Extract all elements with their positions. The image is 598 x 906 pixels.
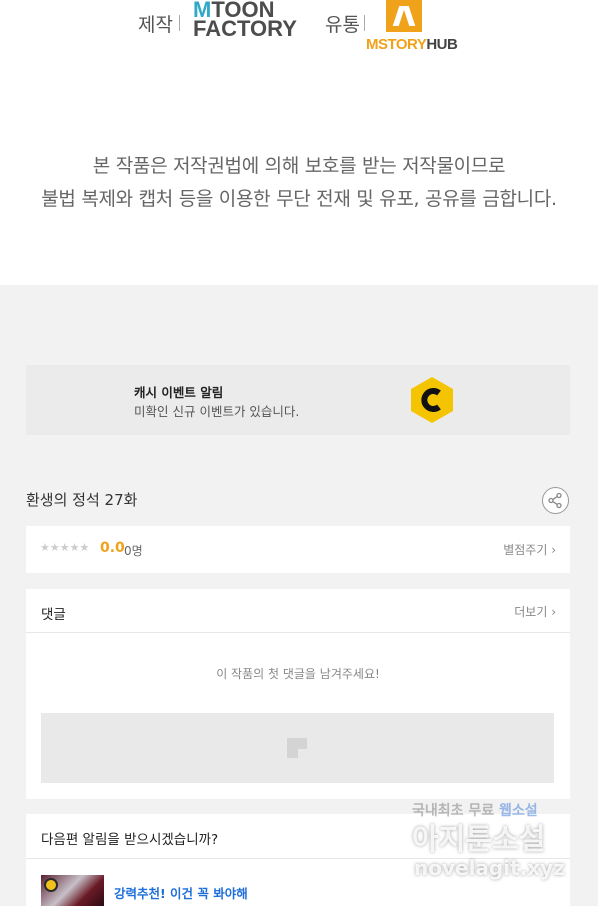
empty-comment-message: 이 작품의 첫 댓글을 남겨주세요! <box>216 667 380 681</box>
mstoryhub-emblem-icon <box>386 0 422 32</box>
ad-placeholder[interactable] <box>41 713 554 783</box>
divider <box>179 15 180 31</box>
promo-thumbnail[interactable] <box>41 875 104 906</box>
episode-title: 환생의 정석 27화 <box>26 491 138 509</box>
cash-event-banner[interactable] <box>26 365 570 435</box>
rating-stars-icon: ★★★★★ <box>40 541 90 554</box>
logo-factory: FACTORY <box>193 16 297 41</box>
distribution-label: 유통 <box>325 14 360 36</box>
rate-button[interactable]: 별점주기 › <box>503 541 556 558</box>
watermark-line-3: novelagit.xyz <box>414 856 565 880</box>
logo-hub: HUB <box>426 36 458 53</box>
event-banner-subtitle: 미확인 신규 이벤트가 있습니다. <box>134 404 300 419</box>
event-banner-title: 캐시 이벤트 알림 <box>134 385 224 400</box>
rating-card: ★★★★★ 0.0 0명 별점주기 › <box>26 526 570 573</box>
copyright-notice: 본 작품은 저작권법에 의해 보호를 받는 저작물이므로 불법 복제와 캡처 등… <box>0 150 598 216</box>
share-icon <box>548 492 562 509</box>
logo-mstory: MSTORY <box>366 36 427 53</box>
watermark-line-2: 아지툰소설 <box>412 822 546 856</box>
comment-card: 댓글 더보기 › 이 작품의 첫 댓글을 남겨주세요! <box>26 589 570 799</box>
divider <box>364 15 365 31</box>
comment-header: 댓글 더보기 › <box>26 589 570 633</box>
share-button[interactable] <box>542 487 569 514</box>
rating-score: 0.0 <box>100 540 125 556</box>
mstoryhub-logo: MSTORYHUB <box>366 0 458 56</box>
image-placeholder-icon <box>287 738 307 758</box>
credits-bar: 제작 MTOON FACTORY 유통 MSTORYHUB <box>0 0 598 60</box>
watermark: 국내최초 무료 웹소설 아지툰소설 novelagit.xyz <box>412 800 582 890</box>
notify-title: 다음편 알림을 받으시겠습니까? <box>41 832 219 848</box>
rater-count: 0명 <box>124 544 143 558</box>
more-comments-link[interactable]: 더보기 › <box>514 603 556 620</box>
cash-logo-icon <box>411 377 453 423</box>
clock-icon <box>44 878 58 892</box>
copyright-line-2: 불법 복제와 캡처 등을 이용한 무단 전재 및 유포, 공유를 금합니다. <box>41 188 557 210</box>
promo-title-link[interactable]: 강력추천! 이건 꼭 봐야해 <box>114 883 248 902</box>
mtoon-factory-logo: MTOON FACTORY <box>193 0 297 41</box>
production-label: 제작 <box>138 14 173 36</box>
copyright-section: 제작 MTOON FACTORY 유통 MSTORYHUB 본 작품은 저작권법… <box>0 0 598 285</box>
comment-title: 댓글 <box>41 607 66 623</box>
copyright-line-1: 본 작품은 저작권법에 의해 보호를 받는 저작물이므로 <box>92 155 506 177</box>
